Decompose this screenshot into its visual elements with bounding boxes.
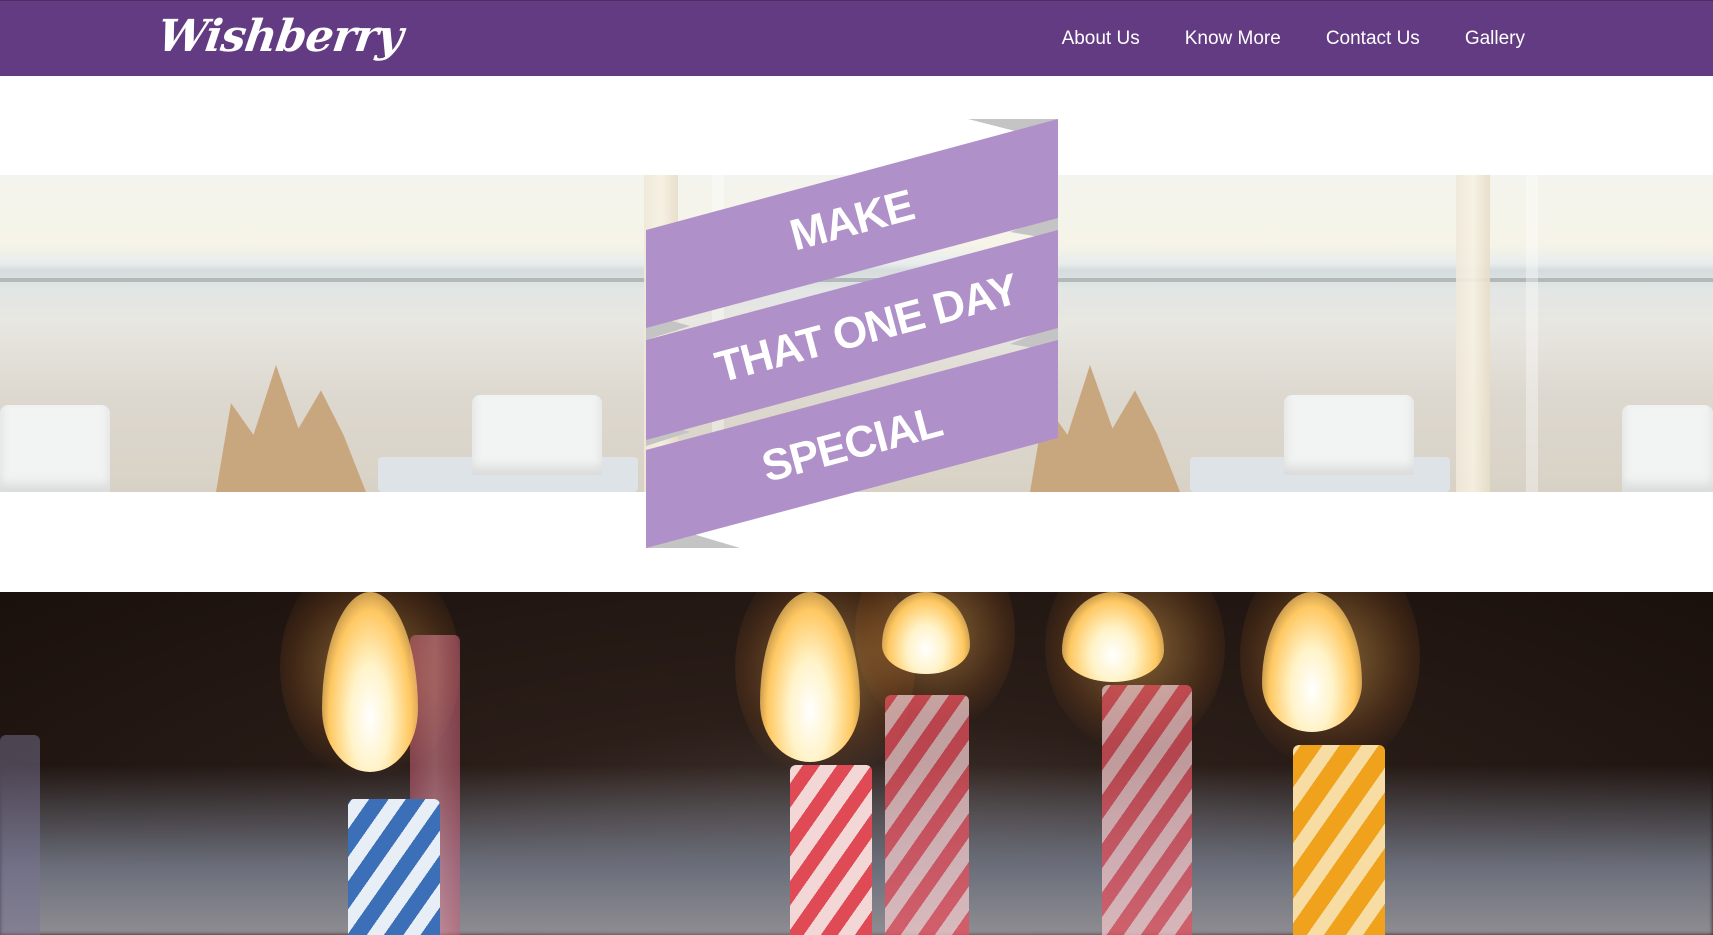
candle xyxy=(1293,745,1385,935)
candle xyxy=(885,695,969,935)
nav-links: About Us Know More Contact Us Gallery xyxy=(1062,1,1525,77)
drape xyxy=(644,175,678,492)
ribbon-fold xyxy=(646,520,740,548)
cake xyxy=(1622,405,1713,492)
image-seam xyxy=(1526,175,1538,492)
candle xyxy=(790,765,872,935)
brand-logo[interactable]: Wishberry xyxy=(154,7,406,67)
sand-castle xyxy=(1030,365,1180,492)
candle xyxy=(348,799,440,935)
drape xyxy=(1456,175,1490,492)
nav-link-contact-us[interactable]: Contact Us xyxy=(1326,28,1420,50)
nav-link-gallery[interactable]: Gallery xyxy=(1465,28,1525,50)
top-navbar: Wishberry About Us Know More Contact Us … xyxy=(0,0,1713,76)
birthday-candles-image xyxy=(0,592,1713,935)
candle xyxy=(0,735,40,935)
image-seam xyxy=(712,175,724,492)
cake xyxy=(472,395,602,475)
sand-castle xyxy=(216,365,366,492)
nav-link-about-us[interactable]: About Us xyxy=(1062,28,1140,50)
ribbon-fold xyxy=(968,119,1058,142)
cake xyxy=(0,405,110,492)
cake xyxy=(1284,395,1414,475)
beach-party-image xyxy=(0,175,1713,492)
nav-link-know-more[interactable]: Know More xyxy=(1185,28,1281,50)
candle xyxy=(1102,685,1192,935)
